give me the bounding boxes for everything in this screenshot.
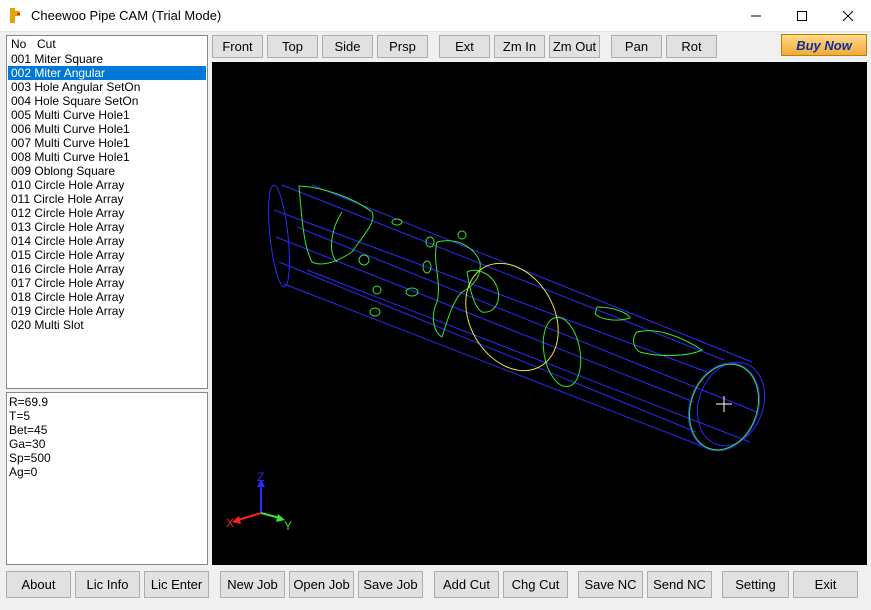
list-item[interactable]: 013 Circle Hole Array xyxy=(8,220,206,234)
list-item[interactable]: 004 Hole Square SetOn xyxy=(8,94,206,108)
pipe-wireframe xyxy=(268,184,765,452)
list-item[interactable]: 006 Multi Curve Hole1 xyxy=(8,122,206,136)
list-item[interactable]: 003 Hole Angular SetOn xyxy=(8,80,206,94)
cut-list-header: No Cut xyxy=(7,36,207,52)
cut-list-rows: 001 Miter Square 002 Miter Angular 003 Hol… xyxy=(7,52,207,332)
list-item[interactable]: 001 Miter Square xyxy=(8,52,206,66)
list-item[interactable]: 017 Circle Hole Array xyxy=(8,276,206,290)
parameter-line: R=69.9 xyxy=(9,395,49,409)
list-item[interactable]: 002 Miter Angular xyxy=(8,66,206,80)
parameter-line: Bet=45 xyxy=(9,423,48,437)
maximize-button[interactable] xyxy=(779,0,825,31)
list-item[interactable]: 012 Circle Hole Array xyxy=(8,206,206,220)
axis-triad: Z X Y xyxy=(226,470,292,533)
list-item[interactable]: 010 Circle Hole Array xyxy=(8,178,206,192)
send-nc-button[interactable]: Send NC xyxy=(647,571,712,598)
zoom-out-button[interactable]: Zm Out xyxy=(549,35,600,58)
add-cut-button[interactable]: Add Cut xyxy=(434,571,499,598)
title-bar: Cheewoo Pipe CAM (Trial Mode) xyxy=(0,0,871,32)
rotate-button[interactable]: Rot xyxy=(666,35,717,58)
close-icon xyxy=(843,10,853,21)
save-nc-button[interactable]: Save NC xyxy=(578,571,643,598)
list-item[interactable]: 009 Oblong Square xyxy=(8,164,206,178)
pipe-model-drawing: Z X Y xyxy=(226,184,765,533)
top-view-button[interactable]: Top xyxy=(267,35,318,58)
x-axis-label: X xyxy=(226,516,234,530)
zoom-in-button[interactable]: Zm In xyxy=(494,35,545,58)
list-item[interactable]: 019 Circle Hole Array xyxy=(8,304,206,318)
save-job-button[interactable]: Save Job xyxy=(358,571,423,598)
list-item[interactable]: 005 Multi Curve Hole1 xyxy=(8,108,206,122)
open-job-button[interactable]: Open Job xyxy=(289,571,354,598)
list-item[interactable]: 015 Circle Hole Array xyxy=(8,248,206,262)
buy-now-button[interactable]: Buy Now xyxy=(781,34,867,56)
y-axis-label: Y xyxy=(284,519,292,533)
parameters-panel: R=69.9 T=5 Bet=45 Ga=30 Sp=500 Ag=0 xyxy=(6,392,208,565)
new-job-button[interactable]: New Job xyxy=(220,571,285,598)
list-item[interactable]: 018 Circle Hole Array xyxy=(8,290,206,304)
close-button[interactable] xyxy=(825,0,871,31)
lic-enter-button[interactable]: Lic Enter xyxy=(144,571,209,598)
perspective-view-button[interactable]: Prsp xyxy=(377,35,428,58)
z-axis-label: Z xyxy=(257,470,264,484)
lic-info-button[interactable]: Lic Info xyxy=(75,571,140,598)
parameter-line: Ga=30 xyxy=(9,437,46,451)
parameter-line: T=5 xyxy=(9,409,31,423)
column-header-no: No xyxy=(11,37,27,51)
setting-button[interactable]: Setting xyxy=(722,571,789,598)
3d-viewport[interactable]: Z X Y xyxy=(212,62,867,565)
front-view-button[interactable]: Front xyxy=(212,35,263,58)
list-item[interactable]: 007 Multi Curve Hole1 xyxy=(8,136,206,150)
list-item[interactable]: 020 Multi Slot xyxy=(8,318,206,332)
parameter-line: Ag=0 xyxy=(9,465,38,479)
list-item[interactable]: 014 Circle Hole Array xyxy=(8,234,206,248)
app-logo-icon xyxy=(10,8,20,23)
column-header-cut: Cut xyxy=(37,37,56,51)
window-title: Cheewoo Pipe CAM (Trial Mode) xyxy=(31,8,222,23)
change-cut-button[interactable]: Chg Cut xyxy=(503,571,568,598)
extents-button[interactable]: Ext xyxy=(439,35,490,58)
minimize-icon xyxy=(751,15,761,16)
list-item[interactable]: 008 Multi Curve Hole1 xyxy=(8,150,206,164)
cut-list[interactable]: No Cut 001 Miter Square 002 Miter Angular… xyxy=(6,35,208,389)
list-item[interactable]: 011 Circle Hole Array xyxy=(8,192,206,206)
minimize-button[interactable] xyxy=(733,0,779,31)
side-view-button[interactable]: Side xyxy=(322,35,373,58)
list-item[interactable]: 016 Circle Hole Array xyxy=(8,262,206,276)
pan-button[interactable]: Pan xyxy=(611,35,662,58)
about-button[interactable]: About xyxy=(6,571,71,598)
maximize-icon xyxy=(797,10,807,21)
parameter-line: Sp=500 xyxy=(9,451,51,465)
crosshair-icon xyxy=(716,396,732,412)
exit-button[interactable]: Exit xyxy=(793,571,858,598)
